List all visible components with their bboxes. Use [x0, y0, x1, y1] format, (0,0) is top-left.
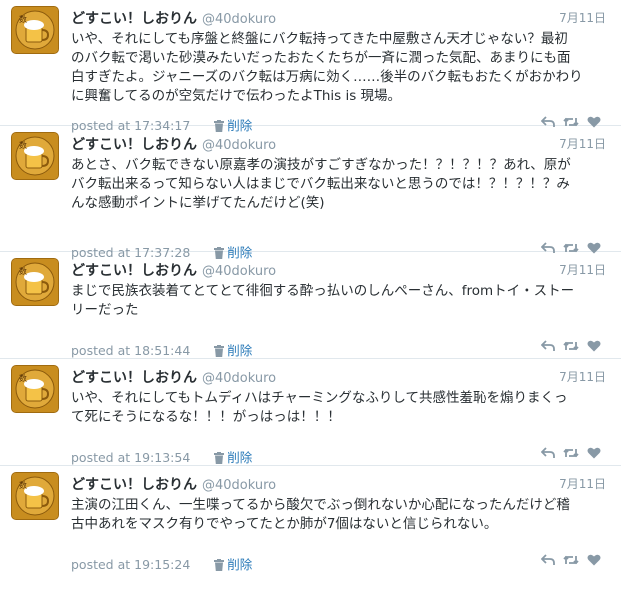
tweet-actions	[541, 447, 603, 461]
tweet-text: まじで民族衣装着てとてとて徘徊する酔っ払いのしんぺーさん、fromトイ・ストーリ…	[71, 282, 611, 320]
trash-icon	[214, 452, 225, 464]
tweet-text: 主演の江田くん、一生喋ってるから酸欠でぶっ倒れないか心配になったんだけど稽 古中あ…	[71, 496, 611, 534]
tweet: 数 どすこい！しおりん @40dokuro 7月11日 主演の江田くん、一生喋って…	[0, 466, 621, 592]
avatar[interactable]: 数	[11, 258, 59, 306]
tweet-meta: posted at 19:15:24 削除	[71, 554, 252, 573]
tweet-text-line: て死にそうになるな！！！がっはっは！！！	[71, 409, 341, 425]
tweet: 数 どすこい！しおりん @40dokuro 7月11日 まじで民族衣装着てとてとて…	[0, 252, 621, 359]
tweet-text-line: に興奮してるのが空気だけで伝わったよThis is 現場。	[71, 88, 402, 104]
tweet-text-line: あとさ、バク転できない原嘉孝の演技がすごすぎなかった！？！？！？あれ、原が	[71, 157, 571, 173]
display-name[interactable]: どすこい！しおりん	[71, 477, 197, 493]
posted-prefix: posted at	[71, 557, 131, 572]
reply-icon[interactable]	[541, 340, 555, 352]
tweet-text: いや、それにしてもトムディハはチャーミングなふりして共感性羞恥を煽りまくっ て死に…	[71, 389, 611, 427]
beer-mug-avatar-icon: 数	[12, 133, 58, 179]
beer-mug-avatar-icon: 数	[12, 473, 58, 519]
posted-time: 19:13:54	[134, 450, 191, 465]
tweet-text-line: 古中あれをマスク有りでやってたとか肺が7個はないと信じられない。	[71, 516, 498, 532]
delete-button[interactable]: 削除	[214, 450, 252, 465]
delete-button[interactable]: 削除	[214, 557, 252, 572]
tweet-header: どすこい！しおりん @40dokuro 7月11日	[71, 260, 606, 280]
avatar[interactable]: 数	[11, 6, 59, 54]
user-handle[interactable]: @40dokuro	[202, 371, 276, 386]
trash-icon	[214, 559, 225, 571]
heart-icon[interactable]	[587, 447, 601, 459]
svg-text:数: 数	[19, 373, 27, 383]
tweet-text-line: のバク転で渇いた砂漠みたいだったおたくたちが一斉に潤った気配、あまりにも面	[71, 50, 571, 66]
tweet-date[interactable]: 7月11日	[559, 475, 606, 492]
timeline: 数 どすこい！しおりん @40dokuro 7月11日 いや、それにしても序盤と終…	[0, 0, 621, 592]
tweet-header: どすこい！しおりん @40dokuro 7月11日	[71, 8, 606, 28]
tweet-text-line: いや、それにしても序盤と終盤にバク転持ってきた中屋敷さん天才じゃない？最初	[71, 31, 568, 47]
tweet-text-line: まじで民族衣装着てとてとて徘徊する酔っ払いのしんぺーさん、fromトイ・ストー	[71, 283, 575, 299]
display-name[interactable]: どすこい！しおりん	[71, 11, 197, 27]
tweet-date[interactable]: 7月11日	[559, 9, 606, 26]
tweet-text: あとさ、バク転できない原嘉孝の演技がすごすぎなかった！？！？！？あれ、原が バク転…	[71, 156, 611, 213]
beer-mug-avatar-icon: 数	[12, 7, 58, 53]
posted-prefix: posted at	[71, 450, 131, 465]
avatar[interactable]: 数	[11, 132, 59, 180]
tweet-text-line: バク転出来るって知らない人はまじでバク転出来ないと思うのでは！？！？！？み	[71, 176, 570, 192]
tweet-header: どすこい！しおりん @40dokuro 7月11日	[71, 367, 606, 387]
retweet-icon[interactable]	[563, 554, 579, 566]
tweet: 数 どすこい！しおりん @40dokuro 7月11日 いや、それにしてもトムディ…	[0, 359, 621, 466]
reply-icon[interactable]	[541, 554, 555, 566]
tweet-text: いや、それにしても序盤と終盤にバク転持ってきた中屋敷さん天才じゃない？最初 のバク…	[71, 30, 611, 106]
tweet-actions	[541, 554, 603, 568]
delete-label: 削除	[227, 450, 253, 465]
tweet-date[interactable]: 7月11日	[559, 368, 606, 385]
display-name[interactable]: どすこい！しおりん	[71, 137, 197, 153]
beer-mug-avatar-icon: 数	[12, 366, 58, 412]
svg-text:数: 数	[19, 480, 27, 490]
avatar[interactable]: 数	[11, 365, 59, 413]
svg-text:数: 数	[19, 14, 27, 24]
tweet-header: どすこい！しおりん @40dokuro 7月11日	[71, 134, 606, 154]
svg-text:数: 数	[19, 266, 27, 276]
tweet-meta: posted at 18:51:44 削除	[71, 340, 252, 359]
delete-label: 削除	[227, 557, 253, 572]
reply-icon[interactable]	[541, 447, 555, 459]
display-name[interactable]: どすこい！しおりん	[71, 370, 197, 386]
user-handle[interactable]: @40dokuro	[202, 264, 276, 279]
tweet-date[interactable]: 7月11日	[559, 261, 606, 278]
beer-mug-avatar-icon: 数	[12, 259, 58, 305]
user-handle[interactable]: @40dokuro	[202, 12, 276, 27]
tweet-text-line: いや、それにしてもトムディハはチャーミングなふりして共感性羞恥を煽りまくっ	[71, 390, 568, 406]
svg-text:数: 数	[19, 140, 27, 150]
retweet-icon[interactable]	[563, 340, 579, 352]
tweet-actions	[541, 340, 603, 354]
tweet-text-line: んな感動ポイントに挙げてたんだけど(笑)	[71, 195, 325, 211]
heart-icon[interactable]	[587, 554, 601, 566]
retweet-icon[interactable]	[563, 447, 579, 459]
posted-time: 19:15:24	[134, 557, 191, 572]
tweet-date[interactable]: 7月11日	[559, 135, 606, 152]
trash-icon	[214, 345, 225, 357]
tweet-text-line: 主演の江田くん、一生喋ってるから酸欠でぶっ倒れないか心配になったんだけど稽	[71, 497, 570, 513]
tweet-text-line: リーだった	[71, 302, 139, 318]
tweet-header: どすこい！しおりん @40dokuro 7月11日	[71, 474, 606, 494]
avatar[interactable]: 数	[11, 472, 59, 520]
user-handle[interactable]: @40dokuro	[202, 478, 276, 493]
display-name[interactable]: どすこい！しおりん	[71, 263, 197, 279]
user-handle[interactable]: @40dokuro	[202, 138, 276, 153]
tweet-text-line: 白すぎたよ。ジャニーズのバク転は万病に効く……後半のバク転もおたくがおかわり	[71, 69, 583, 85]
tweet-meta: posted at 19:13:54 削除	[71, 447, 252, 466]
posted-prefix: posted at	[71, 343, 131, 358]
delete-label: 削除	[227, 343, 253, 358]
heart-icon[interactable]	[587, 340, 601, 352]
posted-time: 18:51:44	[134, 343, 191, 358]
tweet: 数 どすこい！しおりん @40dokuro 7月11日 いや、それにしても序盤と終…	[0, 0, 621, 133]
tweet: 数 どすこい！しおりん @40dokuro 7月11日 あとさ、バク転できない原嘉…	[0, 126, 621, 260]
delete-button[interactable]: 削除	[214, 343, 252, 358]
